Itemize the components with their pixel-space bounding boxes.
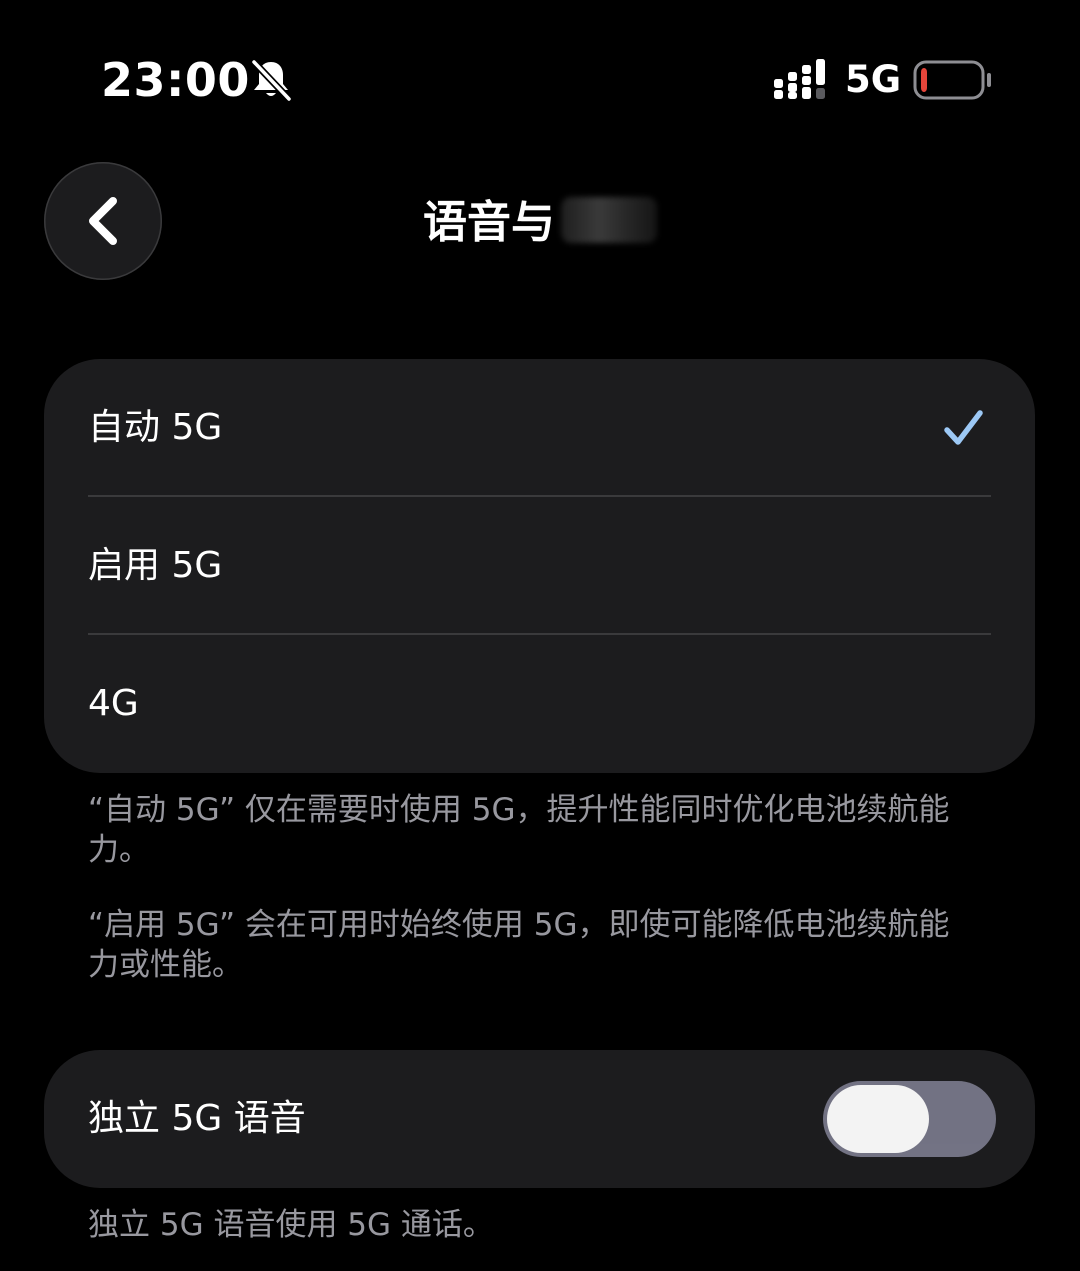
status-bar: 23:00 5G: [0, 0, 1080, 150]
option-label: 启用 5G: [88, 545, 223, 586]
page-title-text: 语音与: [423, 197, 555, 248]
toggle-knob: [827, 1085, 929, 1153]
voice-label: 独立 5G 语音: [88, 1098, 306, 1139]
status-time: 23:00: [101, 53, 250, 107]
option-4g[interactable]: 4G: [44, 635, 1035, 773]
page-title: 语音与: [0, 193, 1080, 253]
checkmark-icon: [944, 410, 983, 445]
redacted-title-blur: [561, 197, 657, 243]
battery-low-icon: [913, 60, 991, 100]
bell-slash-icon: [251, 59, 292, 102]
footnote-auto-5g: “自动 5G” 仅在需要时使用 5G，提升性能同时优化电池续航能力。: [88, 792, 950, 868]
voice-row: 独立 5G 语音: [44, 1050, 1035, 1188]
option-auto-5g[interactable]: 自动 5G: [44, 359, 1035, 497]
footnote-voice: 独立 5G 语音使用 5G 通话。: [88, 1207, 494, 1243]
standalone-5g-voice-toggle[interactable]: [823, 1081, 996, 1157]
footnote-on-5g: “启用 5G” 会在可用时始终使用 5G，即使可能降低电池续航能力或性能。: [88, 907, 950, 983]
option-label: 自动 5G: [88, 407, 223, 448]
option-on-5g[interactable]: 启用 5G: [44, 497, 1035, 635]
option-label: 4G: [88, 683, 139, 724]
network-mode-group: 自动 5G 启用 5G 4G: [44, 359, 1035, 773]
network-type-label: 5G: [845, 58, 902, 101]
voice-group: 独立 5G 语音: [44, 1050, 1035, 1188]
cellular-signal-icon: [774, 59, 825, 99]
